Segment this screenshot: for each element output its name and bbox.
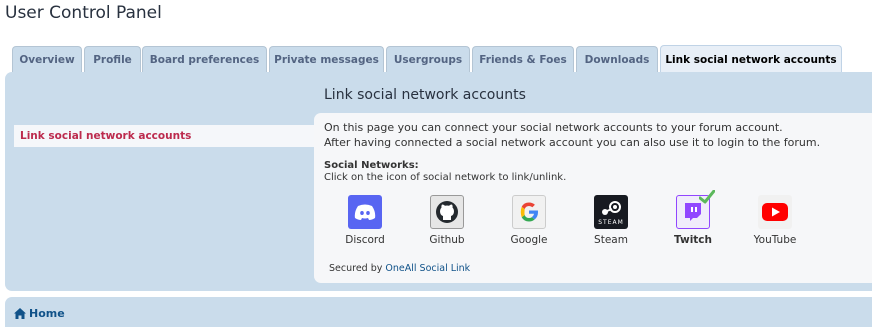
home-icon bbox=[14, 308, 26, 319]
social-networks-hint: Click on the icon of social network to l… bbox=[324, 172, 567, 183]
network-google[interactable]: Google bbox=[494, 195, 564, 250]
network-steam[interactable]: STEAM Steam bbox=[576, 195, 646, 250]
tab-board-preferences[interactable]: Board preferences bbox=[142, 46, 267, 72]
tab-friends-foes[interactable]: Friends & Foes bbox=[472, 46, 574, 72]
home-label: Home bbox=[29, 307, 65, 320]
network-github[interactable]: Github bbox=[412, 195, 482, 250]
linked-check-icon bbox=[699, 190, 715, 204]
google-icon[interactable] bbox=[512, 195, 546, 229]
intro-line-2: After having connected a social network … bbox=[324, 136, 821, 149]
tab-usergroups[interactable]: Usergroups bbox=[386, 46, 470, 72]
steam-icon[interactable]: STEAM bbox=[594, 195, 628, 229]
content-title: Link social network accounts bbox=[324, 87, 526, 103]
network-label-youtube: YouTube bbox=[753, 234, 797, 246]
network-label-github: Github bbox=[429, 234, 465, 246]
network-twitch[interactable]: Twitch bbox=[658, 190, 728, 250]
tab-overview[interactable]: Overview bbox=[12, 46, 82, 72]
network-label-twitch: Twitch bbox=[673, 234, 713, 246]
network-label-steam: Steam bbox=[594, 234, 628, 246]
network-discord[interactable]: Discord bbox=[330, 195, 400, 250]
network-label-google: Google bbox=[510, 234, 548, 246]
twitch-icon[interactable] bbox=[676, 190, 715, 229]
social-networks-label: Social Networks: bbox=[324, 160, 419, 171]
intro-text: On this page you can connect your social… bbox=[324, 120, 820, 150]
secured-by-prefix: Secured by bbox=[329, 263, 383, 274]
tab-private-messages[interactable]: Private messages bbox=[269, 46, 384, 72]
github-icon[interactable] bbox=[430, 195, 464, 229]
discord-icon[interactable] bbox=[348, 195, 382, 229]
tab-link-social-network-accounts[interactable]: Link social network accounts bbox=[660, 45, 842, 74]
tab-profile[interactable]: Profile bbox=[84, 46, 141, 72]
page-title: User Control Panel bbox=[5, 3, 162, 23]
home-link[interactable]: Home bbox=[14, 307, 65, 320]
sidebar-item-link-social-network-accounts[interactable]: Link social network accounts bbox=[14, 125, 314, 147]
intro-line-1: On this page you can connect your social… bbox=[324, 121, 783, 134]
oneall-social-link[interactable]: OneAll Social Link bbox=[385, 263, 470, 274]
tab-downloads[interactable]: Downloads bbox=[576, 46, 658, 72]
network-label-discord: Discord bbox=[345, 234, 385, 246]
network-youtube[interactable]: YouTube bbox=[740, 195, 810, 250]
footer-bar bbox=[5, 297, 872, 327]
secured-by-text: Secured by OneAll Social Link bbox=[329, 263, 470, 274]
youtube-icon[interactable] bbox=[758, 195, 792, 229]
